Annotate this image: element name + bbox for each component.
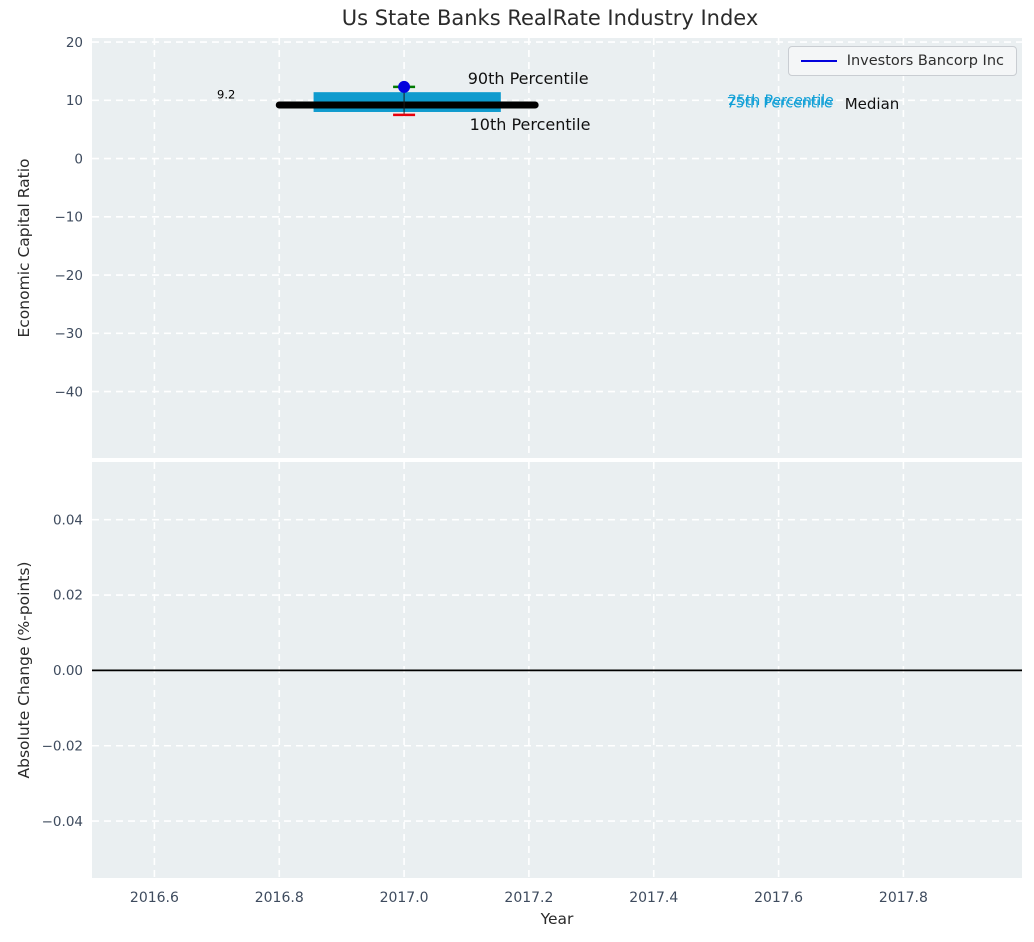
x-tick-label: 2016.6 [130,890,179,906]
y-tick-label: −10 [55,210,84,226]
annotation-median: Median [845,95,900,113]
y-tick-label: 20 [66,35,83,51]
y-tick-label: −0.02 [42,738,83,754]
x-tick-label: 2016.8 [255,890,304,906]
y-tick-label: −40 [55,384,84,400]
annotation-10th-percentile: 10th Percentile [470,115,591,134]
y-tick-label: −0.04 [42,814,83,830]
legend: Investors Bancorp Inc [788,46,1017,76]
chart-canvas: 20 10 0 −10 −20 −30 −40 Economic Capital Ratio 9… [0,0,1034,942]
y-tick-label: 0 [74,151,83,167]
legend-line-swatch [801,60,837,62]
legend-label: Investors Bancorp Inc [847,51,1004,71]
y-axis-label: Absolute Change (%-points) [15,562,33,779]
y-tick-label: 0.04 [53,512,83,528]
y-tick-label: 10 [66,93,83,109]
annotation-90th-percentile: 90th Percentile [468,69,589,88]
y-tick-label: −30 [55,326,84,342]
annotation-25th-percentile: 25th Percentile [728,93,834,109]
company-point [398,81,410,93]
y-axis-label: Economic Capital Ratio [15,158,33,337]
x-axis-label: Year [540,910,574,928]
figure: Us State Banks RealRate Industry Index 2… [0,0,1034,942]
y-tick-label: −20 [55,268,84,284]
x-tick-label: 2017.4 [629,890,678,906]
y-tick-label: 0.00 [53,663,83,679]
y-tick-label: 0.02 [53,588,83,604]
median-value-label: 9.2 [217,88,235,102]
x-tick-label: 2017.6 [754,890,803,906]
x-tick-label: 2017.2 [504,890,553,906]
x-tick-label: 2017.8 [879,890,928,906]
x-tick-label: 2017.0 [380,890,429,906]
